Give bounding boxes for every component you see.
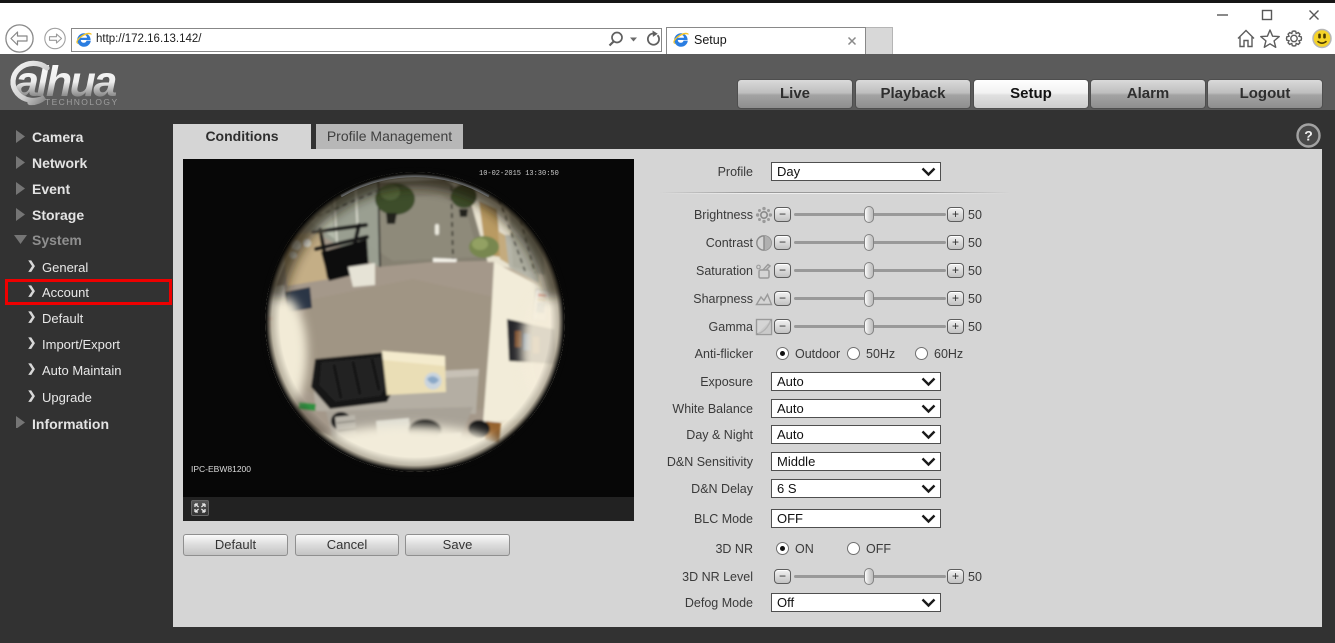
svg-text:IPC-EBW81200: IPC-EBW81200: [191, 464, 251, 474]
svg-text:?: ?: [1304, 128, 1313, 144]
svg-text:TECHNOLOGY: TECHNOLOGY: [45, 97, 119, 107]
svg-text:10-02-2015 13:30:50: 10-02-2015 13:30:50: [479, 170, 559, 178]
